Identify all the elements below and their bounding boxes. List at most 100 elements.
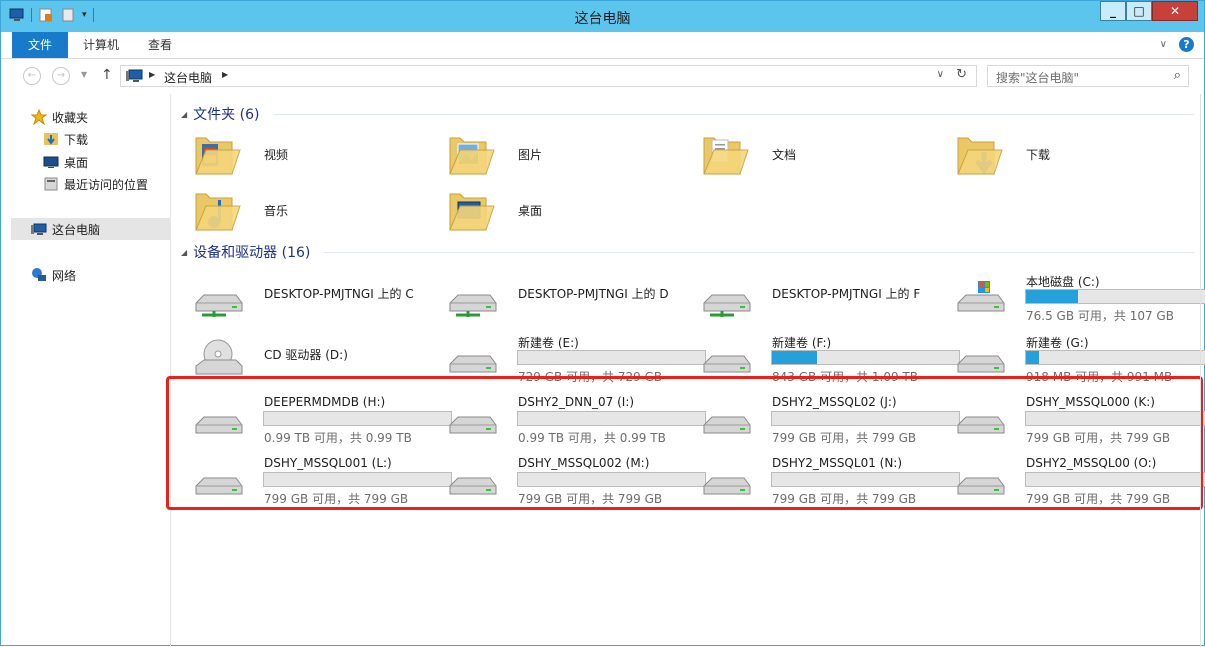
refresh-icon[interactable]: ↻ xyxy=(956,67,967,82)
tab-file[interactable]: 文件 xyxy=(12,32,68,58)
drive-name: 新建卷 (G:) xyxy=(1026,336,1089,350)
drive-name: DESKTOP-PMJTNGI 上的 F xyxy=(772,287,921,301)
computer-icon xyxy=(31,221,47,237)
drive-name: 本地磁盘 (C:) xyxy=(1026,275,1100,289)
nav-label: 下载 xyxy=(64,132,89,147)
usage-bar xyxy=(1025,289,1205,304)
navigation-pane: 收藏夹 下载 桌面 最近访问的位置 这台电脑 网络 xyxy=(11,94,171,647)
ribbon-right-controls: ∨ ? xyxy=(1160,37,1194,52)
network-icon xyxy=(31,267,47,283)
nav-this-pc[interactable]: 这台电脑 xyxy=(11,218,170,240)
star-icon xyxy=(30,108,48,126)
usage-bar-fill xyxy=(772,351,817,364)
hard-drive-icon xyxy=(700,334,752,382)
forward-button[interactable]: → xyxy=(52,67,70,85)
minimize-button[interactable]: _ xyxy=(1100,1,1126,21)
expand-ribbon-icon[interactable]: ∨ xyxy=(1160,39,1167,50)
search-icon[interactable]: ⌕ xyxy=(1174,68,1181,83)
back-button[interactable]: ← xyxy=(23,67,41,85)
downloads-folder-icon xyxy=(954,130,1006,178)
cd-drive-icon xyxy=(192,334,244,382)
tab-view[interactable]: 查看 xyxy=(148,32,172,58)
drive-name: 新建卷 (E:) xyxy=(518,336,579,350)
drive-name: DESKTOP-PMJTNGI 上的 C xyxy=(264,287,414,301)
window-controls: _ □ ✕ xyxy=(1100,1,1198,21)
usage-bar xyxy=(517,350,706,365)
group-divider xyxy=(324,252,1194,253)
folder-name: 文档 xyxy=(772,148,797,162)
nav-label: 最近访问的位置 xyxy=(64,177,149,192)
folder-item[interactable]: 文档 xyxy=(700,126,950,182)
pictures-folder-icon xyxy=(446,130,498,178)
folder-name: 视频 xyxy=(264,148,289,162)
nav-desktop[interactable]: 桌面 xyxy=(11,151,170,173)
documents-folder-icon xyxy=(700,130,752,178)
usage-bar-fill xyxy=(1026,290,1079,303)
drive-size: 76.5 GB 可用，共 107 GB xyxy=(1026,309,1174,323)
hard-drive-icon xyxy=(446,334,498,382)
nav-favorites[interactable]: 收藏夹 xyxy=(11,106,170,128)
breadcrumb[interactable]: 这台电脑 xyxy=(164,69,212,86)
folder-item[interactable]: 音乐 xyxy=(192,182,442,238)
desktop-icon xyxy=(43,154,59,170)
help-icon[interactable]: ? xyxy=(1179,37,1194,52)
network-drive-icon xyxy=(700,273,752,321)
folder-item[interactable]: 视频 xyxy=(192,126,442,182)
breadcrumb-arrow-icon[interactable]: ▶ xyxy=(149,70,155,79)
address-bar[interactable]: ▶ 这台电脑 ▶ ∨ ↻ xyxy=(120,65,977,87)
network-drive-icon xyxy=(192,273,244,321)
group-header-folders[interactable]: ◢ 文件夹 (6) xyxy=(181,104,259,124)
highlight-box xyxy=(166,376,1203,510)
drive-item[interactable]: DESKTOP-PMJTNGI 上的 F xyxy=(700,269,950,325)
folder-item[interactable]: 图片 xyxy=(446,126,696,182)
window-title: 这台电脑 xyxy=(574,11,631,27)
folder-name: 音乐 xyxy=(264,204,289,218)
desktop-folder-icon xyxy=(446,186,498,234)
ribbon-tabs: 文件 计算机 查看 ∨ ? xyxy=(1,32,1204,59)
nav-label: 桌面 xyxy=(64,155,89,170)
nav-label: 网络 xyxy=(52,268,77,283)
group-title: 设备和驱动器 (16) xyxy=(193,245,311,261)
group-title: 文件夹 (6) xyxy=(193,107,260,123)
collapse-icon[interactable]: ◢ xyxy=(181,248,187,257)
drive-name: 新建卷 (F:) xyxy=(772,336,832,350)
folder-item[interactable]: 下载 xyxy=(954,126,1204,182)
maximize-button[interactable]: □ xyxy=(1126,1,1152,21)
search-box[interactable]: 搜索"这台电脑" ⌕ xyxy=(987,65,1189,87)
explorer-window: ▾ 这台电脑 _ □ ✕ 文件 计算机 查看 ∨ ? ← → ▼ ↑ ▶ 这台电… xyxy=(0,0,1205,647)
usage-bar-fill xyxy=(1026,351,1040,364)
music-folder-icon xyxy=(192,186,244,234)
drive-item[interactable]: 本地磁盘 (C:) 76.5 GB 可用，共 107 GB xyxy=(954,269,1205,325)
search-input[interactable]: 搜索"这台电脑" xyxy=(996,69,1079,86)
nav-label: 这台电脑 xyxy=(52,222,101,237)
nav-label: 收藏夹 xyxy=(52,110,89,125)
close-button[interactable]: ✕ xyxy=(1152,1,1198,21)
folder-name: 图片 xyxy=(518,148,543,162)
folder-name: 下载 xyxy=(1026,148,1051,162)
group-divider xyxy=(274,114,1194,115)
content-pane: ◢ 文件夹 (6) ◢ 设备和驱动器 (16) 视频 图片 文档 下载音乐 桌面 DES… xyxy=(172,94,1205,647)
folder-item[interactable]: 桌面 xyxy=(446,182,696,238)
nav-recent-places[interactable]: 最近访问的位置 xyxy=(11,173,170,195)
computer-icon xyxy=(126,69,144,86)
usage-bar xyxy=(1025,350,1205,365)
group-header-devices[interactable]: ◢ 设备和驱动器 (16) xyxy=(181,242,310,262)
tab-computer[interactable]: 计算机 xyxy=(83,32,119,58)
nav-network[interactable]: 网络 xyxy=(11,264,170,286)
up-button[interactable]: ↑ xyxy=(101,67,113,83)
folder-name: 桌面 xyxy=(518,204,543,218)
drive-name: CD 驱动器 (D:) xyxy=(264,348,348,362)
chevron-down-icon[interactable]: ∨ xyxy=(937,69,944,80)
drive-item[interactable]: DESKTOP-PMJTNGI 上的 C xyxy=(192,269,442,325)
network-drive-icon xyxy=(446,273,498,321)
drive-name: DESKTOP-PMJTNGI 上的 D xyxy=(518,287,669,301)
nav-downloads[interactable]: 下载 xyxy=(11,128,170,150)
video-folder-icon xyxy=(192,130,244,178)
collapse-icon[interactable]: ◢ xyxy=(181,110,187,119)
recent-locations-icon[interactable]: ▼ xyxy=(81,70,87,79)
breadcrumb-arrow-icon[interactable]: ▶ xyxy=(222,70,228,79)
title-bar[interactable]: ▾ 这台电脑 _ □ ✕ xyxy=(1,1,1204,32)
navigation-bar: ← → ▼ ↑ ▶ 这台电脑 ▶ ∨ ↻ 搜索"这台电脑" ⌕ xyxy=(1,60,1204,93)
pane-border xyxy=(1200,94,1201,647)
drive-item[interactable]: DESKTOP-PMJTNGI 上的 D xyxy=(446,269,696,325)
